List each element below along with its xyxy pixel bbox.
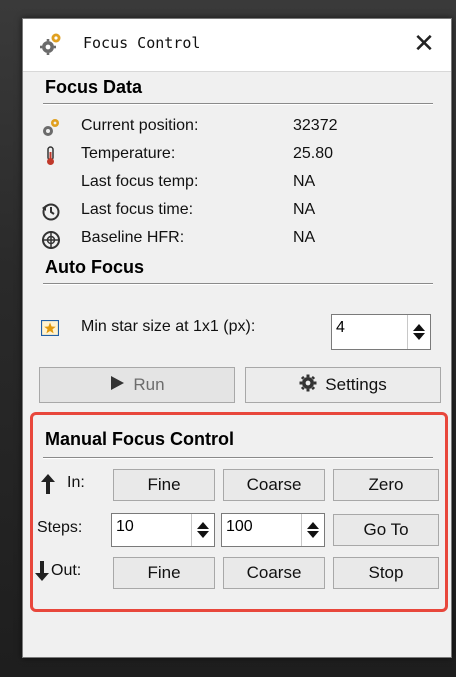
gears-icon [43, 119, 59, 136]
arrow-up-icon[interactable] [197, 522, 209, 529]
current-position-label: Current position: [81, 117, 199, 134]
arrow-down-icon[interactable] [307, 531, 319, 538]
coarse-steps-value: 100 [226, 518, 253, 535]
arrow-up-icon[interactable] [413, 324, 425, 331]
coarse-steps-spinbox[interactable]: 100 [221, 513, 325, 547]
settings-button[interactable]: Settings [245, 367, 441, 403]
current-position-value: 32372 [293, 117, 338, 134]
section-divider [43, 457, 433, 459]
arrow-up-icon [41, 474, 55, 494]
spin-arrows[interactable] [407, 315, 430, 349]
baseline-hfr-label: Baseline HFR: [81, 229, 185, 246]
history-icon [42, 203, 60, 221]
run-label: Run [133, 375, 165, 394]
focus-data-title: Focus Data [45, 77, 143, 97]
arrow-down-icon[interactable] [197, 531, 209, 538]
spin-arrows[interactable] [301, 514, 324, 546]
run-button[interactable]: Run [39, 367, 235, 403]
close-button[interactable]: ✕ [407, 27, 441, 61]
title-bar[interactable]: Focus Control ✕ [23, 19, 451, 72]
settings-label: Settings [325, 375, 387, 394]
steps-label: Steps: [37, 519, 83, 536]
min-star-size-value: 4 [336, 319, 345, 336]
section-divider [43, 283, 433, 285]
window-title: Focus Control [83, 34, 201, 52]
fine-steps-spinbox[interactable]: 10 [111, 513, 215, 547]
arrow-down-icon[interactable] [413, 333, 425, 340]
section-divider [43, 103, 433, 105]
in-coarse-label: Coarse [246, 475, 302, 494]
in-label: In: [67, 474, 85, 491]
in-fine-label: Fine [147, 475, 181, 494]
temperature-value: 25.80 [293, 145, 334, 162]
out-coarse-label: Coarse [246, 563, 302, 582]
in-coarse-button[interactable]: Coarse [223, 469, 325, 501]
zero-label: Zero [368, 475, 404, 494]
goto-button[interactable]: Go To [333, 514, 439, 546]
star-image-icon [41, 320, 59, 336]
last-focus-temp-label: Last focus temp: [81, 173, 199, 190]
last-focus-time-label: Last focus time: [81, 201, 194, 218]
goto-label: Go To [363, 520, 409, 539]
min-star-size-label: Min star size at 1x1 (px): [81, 318, 256, 335]
auto-focus-title: Auto Focus [45, 257, 144, 277]
out-coarse-button[interactable]: Coarse [223, 557, 325, 589]
in-fine-button[interactable]: Fine [113, 469, 215, 501]
arrow-up-icon[interactable] [307, 522, 319, 529]
out-fine-button[interactable]: Fine [113, 557, 215, 589]
arrow-down-icon [35, 561, 49, 581]
out-fine-label: Fine [147, 563, 181, 582]
stop-label: Stop [368, 563, 404, 582]
thermometer-icon [47, 146, 54, 165]
play-icon [109, 375, 125, 396]
crosshair-icon [42, 231, 60, 249]
last-focus-temp-value: NA [293, 173, 316, 190]
stop-button[interactable]: Stop [333, 557, 439, 589]
gear-icon [299, 374, 317, 397]
min-star-size-spinbox[interactable]: 4 [331, 314, 431, 350]
manual-focus-title: Manual Focus Control [45, 429, 234, 449]
last-focus-time-value: NA [293, 201, 316, 218]
focus-control-window: Focus Control ✕ Focus Data Current posit… [22, 18, 452, 658]
close-icon: ✕ [413, 29, 435, 59]
fine-steps-value: 10 [116, 518, 134, 535]
gears-icon [40, 33, 61, 55]
temperature-label: Temperature: [81, 145, 176, 162]
out-label: Out: [51, 562, 82, 579]
spin-arrows[interactable] [191, 514, 214, 546]
baseline-hfr-value: NA [293, 229, 316, 246]
zero-button[interactable]: Zero [333, 469, 439, 501]
